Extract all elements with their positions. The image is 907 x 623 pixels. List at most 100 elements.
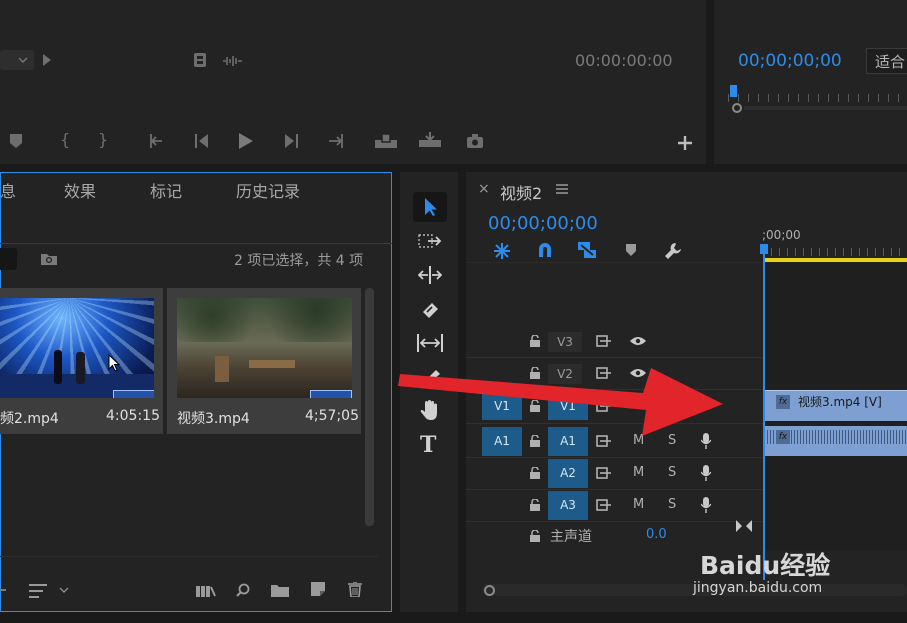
nest-snap-icon[interactable] (493, 242, 511, 260)
close-tab-icon[interactable]: × (478, 181, 490, 197)
project-divider (0, 243, 392, 244)
wooden-chair (215, 356, 229, 382)
project-scrollbar[interactable] (365, 288, 374, 526)
sync-lock-icon[interactable] (596, 499, 612, 511)
media-type-badge (310, 390, 352, 398)
selection-tool[interactable] (413, 192, 447, 222)
overwrite-icon[interactable] (418, 132, 442, 148)
wrench-icon[interactable] (664, 242, 682, 260)
razor-icon[interactable] (420, 300, 440, 320)
ripple-edit-icon[interactable] (418, 266, 442, 284)
program-playhead[interactable] (730, 85, 737, 97)
foliage (177, 298, 352, 342)
clip-name-2: 视频3.mp4 (177, 411, 250, 427)
tab-markers[interactable]: 标记 (150, 178, 182, 202)
new-bin-icon[interactable] (271, 583, 289, 597)
track-label-v3[interactable]: V3 (548, 332, 582, 352)
mark-in-icon[interactable]: { (60, 130, 70, 149)
eye-icon[interactable] (629, 336, 647, 346)
zoom-to-sequence-icon[interactable] (736, 520, 752, 532)
mute-button-a2[interactable]: M (633, 465, 644, 480)
track-label-a2[interactable]: A2 (548, 459, 588, 488)
lock-icon[interactable] (530, 530, 540, 542)
program-scroll-handle[interactable] (732, 103, 742, 113)
add-marker-icon[interactable] (626, 244, 636, 256)
master-volume[interactable]: 0.0 (646, 527, 667, 542)
sync-lock-icon[interactable] (596, 467, 612, 479)
clip-card-1[interactable]: 频2.mp4 4:05:15 (0, 288, 163, 434)
lock-icon[interactable] (530, 335, 540, 347)
new-item-icon[interactable] (311, 582, 325, 596)
sequence-tab[interactable]: 视频2 (500, 180, 542, 204)
play-triangle-icon[interactable] (43, 54, 51, 66)
source-dropdown[interactable] (0, 50, 34, 70)
clip-name-1: 频2.mp4 (0, 411, 59, 427)
fx-badge: fx (776, 430, 790, 444)
lock-icon[interactable] (530, 467, 540, 479)
search-input[interactable] (0, 248, 17, 270)
sort-icon[interactable] (29, 584, 47, 598)
clip-duration-2: 4;57;05 (305, 408, 359, 424)
tab-history[interactable]: 历史记录 (236, 178, 300, 202)
video-clip-name: 视频3.mp4 [V] (798, 395, 882, 409)
step-forward-icon[interactable] (283, 134, 299, 148)
lock-icon[interactable] (530, 499, 540, 511)
video-clip-v1[interactable]: fx 视频3.mp4 [V] (764, 390, 907, 421)
work-area-bar[interactable] (765, 258, 907, 262)
fx-badge: fx (776, 395, 790, 409)
tab-info[interactable]: 息 (0, 178, 16, 202)
chevron-down-icon[interactable] (59, 587, 69, 593)
go-to-in-icon[interactable] (150, 134, 170, 148)
timeline-ruler[interactable] (763, 248, 907, 256)
sync-lock-icon[interactable] (596, 335, 612, 347)
track-label-a3[interactable]: A3 (548, 491, 588, 520)
track-a2[interactable]: A2 M S (466, 458, 763, 490)
automate-icon[interactable] (196, 585, 216, 597)
audio-clip-a1[interactable]: fx (764, 426, 907, 456)
fit-label: 适合 (875, 53, 906, 71)
timeline-playhead-handle[interactable] (760, 244, 768, 254)
source-timecode[interactable]: 00:00:00:00 (575, 51, 673, 70)
trash-icon[interactable] (348, 582, 362, 597)
track-a3[interactable]: A3 M S (466, 490, 763, 522)
track-select-icon[interactable] (418, 234, 442, 248)
play-icon[interactable] (239, 133, 253, 149)
timeline-timecode[interactable]: 00;00;00;00 (488, 213, 598, 234)
timeline-scroll-handle[interactable] (484, 585, 495, 596)
linked-selection-icon[interactable] (577, 241, 597, 259)
clip-card-2[interactable]: 视频3.mp4 4;57;05 (167, 288, 361, 434)
mark-out-icon[interactable]: } (98, 130, 108, 149)
mute-button-a3[interactable]: M (633, 497, 644, 512)
program-scroll-track[interactable] (744, 106, 907, 110)
add-button-icon[interactable] (678, 136, 692, 150)
search-bin-icon[interactable] (40, 252, 58, 266)
cursor-icon (108, 354, 120, 372)
snap-magnet-icon[interactable] (537, 242, 553, 258)
insert-icon[interactable] (374, 133, 398, 149)
microphone-icon[interactable] (701, 465, 711, 481)
project-bottom-divider (0, 556, 378, 557)
clip-thumbnail-garden (177, 298, 352, 398)
selection-status: 2 项已选择，共 4 项 (234, 253, 364, 269)
waveform-icon[interactable] (222, 55, 242, 67)
performer-figure (54, 350, 62, 384)
program-timecode[interactable]: 00;00;00;00 (738, 51, 842, 71)
go-to-out-icon[interactable] (323, 134, 343, 148)
track-v3[interactable]: V3 (466, 326, 763, 358)
solo-button-a3[interactable]: S (668, 497, 676, 512)
microphone-icon[interactable] (701, 497, 711, 513)
marker-icon[interactable] (10, 134, 22, 148)
fit-dropdown[interactable]: 适合 (866, 48, 907, 74)
annotation-arrow (398, 368, 723, 436)
step-back-icon[interactable] (194, 134, 210, 148)
solo-button-a2[interactable]: S (668, 465, 676, 480)
program-ruler[interactable] (728, 94, 907, 102)
timeline-playhead[interactable] (763, 246, 765, 580)
tab-effects[interactable]: 效果 (64, 178, 96, 202)
slip-icon[interactable] (417, 334, 443, 352)
find-icon[interactable] (236, 583, 250, 597)
wooden-table (249, 360, 295, 368)
tab-menu-icon[interactable] (556, 184, 568, 194)
film-icon[interactable] (193, 52, 207, 68)
export-frame-icon[interactable] (466, 134, 484, 148)
